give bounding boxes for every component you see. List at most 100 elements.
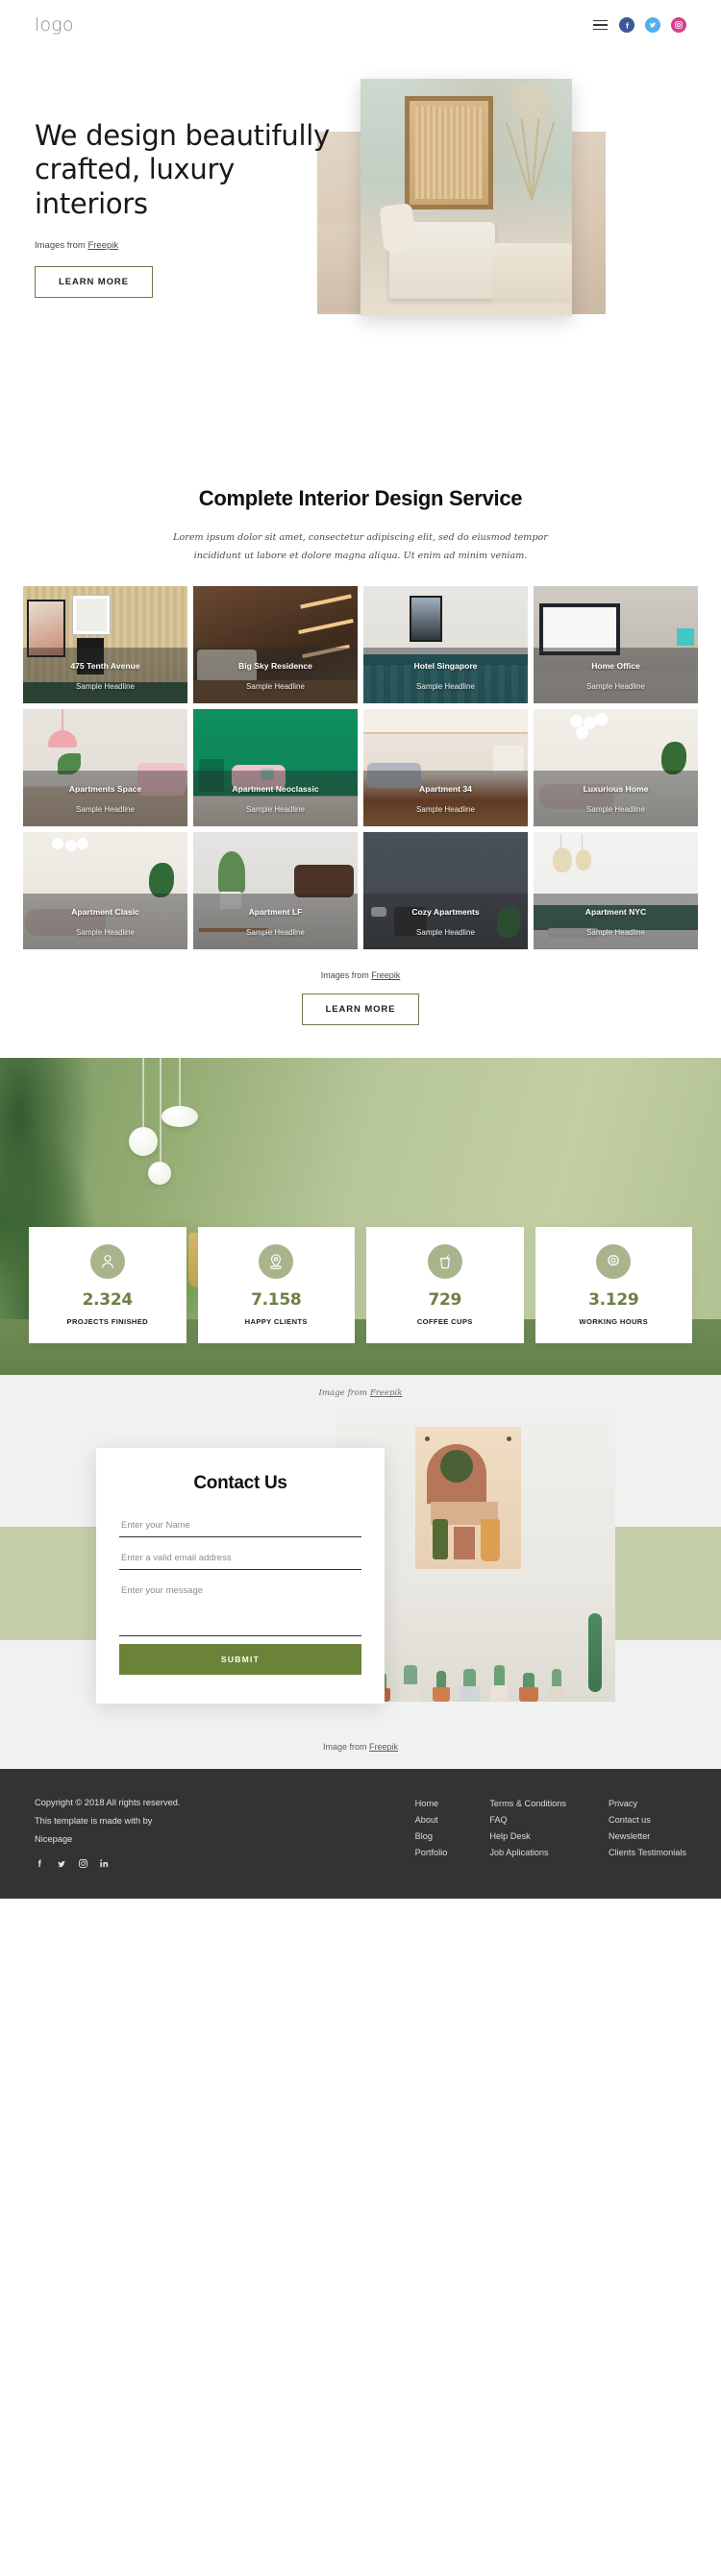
wall-art-frame bbox=[405, 96, 493, 209]
card-scrim bbox=[23, 770, 187, 827]
facebook-icon[interactable] bbox=[35, 1858, 45, 1869]
message-input[interactable] bbox=[119, 1581, 361, 1637]
page-root: logo We design beautifully crafted, luxu… bbox=[0, 0, 721, 1899]
stat-value: 7.158 bbox=[251, 1290, 302, 1311]
freepik-link[interactable]: Freepik bbox=[87, 240, 118, 251]
stat-value: 3.129 bbox=[588, 1290, 639, 1311]
card-subtitle: Sample Headline bbox=[76, 805, 135, 815]
footer-link[interactable]: Clients Testimonials bbox=[609, 1845, 686, 1861]
card-scrim bbox=[363, 647, 528, 704]
stat-label: HAPPY CLIENTS bbox=[244, 1317, 308, 1327]
submit-button[interactable]: SUBMIT bbox=[119, 1644, 361, 1676]
card-title: Apartment LF bbox=[248, 907, 303, 918]
hero-section: We design beautifully crafted, luxury in… bbox=[0, 50, 721, 454]
freepik-link[interactable]: Freepik bbox=[371, 970, 400, 980]
gallery-card[interactable]: Apartment Clasic Sample Headline bbox=[23, 832, 187, 950]
footer-link[interactable]: Help Desk bbox=[489, 1828, 566, 1845]
twitter-icon[interactable] bbox=[56, 1858, 67, 1870]
footer-link[interactable]: Terms & Conditions bbox=[489, 1796, 566, 1812]
gallery-card[interactable]: Apartment NYC Sample Headline bbox=[534, 832, 698, 950]
footer-column: Home About Blog Portfolio bbox=[415, 1796, 448, 1861]
gallery-card[interactable]: Apartment 34 Sample Headline bbox=[363, 709, 528, 827]
gallery-card[interactable]: Home Office Sample Headline bbox=[534, 586, 698, 704]
gallery-card[interactable]: Apartment LF Sample Headline bbox=[193, 832, 358, 950]
footer-social bbox=[35, 1858, 256, 1870]
card-title: Apartment NYC bbox=[584, 907, 647, 918]
nicepage-link[interactable]: Nicepage bbox=[35, 1834, 72, 1844]
card-subtitle: Sample Headline bbox=[586, 928, 645, 938]
footer-link[interactable]: Newsletter bbox=[609, 1828, 686, 1845]
gallery-card[interactable]: Hotel Singapore Sample Headline bbox=[363, 586, 528, 704]
stats-credit-prefix: Image from bbox=[318, 1388, 370, 1399]
pendant-lamp bbox=[148, 1162, 171, 1186]
card-scrim bbox=[534, 893, 698, 950]
card-title: Apartment 34 bbox=[419, 784, 472, 795]
stat-label: PROJECTS FINISHED bbox=[66, 1317, 148, 1327]
footer-link[interactable]: Portfolio bbox=[415, 1845, 448, 1861]
pampas-grass bbox=[501, 85, 560, 201]
user-icon bbox=[89, 1244, 125, 1280]
hero-image-main bbox=[360, 79, 572, 316]
stat-card: 7.158 HAPPY CLIENTS bbox=[197, 1227, 355, 1344]
card-scrim bbox=[193, 770, 358, 827]
wall-tapestry bbox=[415, 1427, 521, 1570]
linkedin-icon[interactable] bbox=[99, 1858, 110, 1869]
gallery-card[interactable]: Apartments Space Sample Headline bbox=[23, 709, 187, 827]
card-title: Apartment Neoclassic bbox=[232, 784, 319, 795]
email-input[interactable] bbox=[119, 1548, 361, 1571]
site-logo[interactable]: logo bbox=[35, 14, 74, 36]
twitter-icon[interactable] bbox=[645, 17, 660, 33]
card-title: Apartment Clasic bbox=[71, 907, 139, 918]
gallery-learn-more-button[interactable]: LEARN MORE bbox=[301, 994, 420, 1026]
service-subtitle: Lorem ipsum dolor sit amet, consectetur … bbox=[173, 532, 548, 562]
stat-value: 729 bbox=[428, 1290, 462, 1311]
card-scrim bbox=[193, 647, 358, 704]
footer-link[interactable]: FAQ bbox=[489, 1812, 566, 1828]
footer-link[interactable]: Home bbox=[415, 1796, 448, 1812]
card-subtitle: Sample Headline bbox=[76, 682, 135, 692]
freepik-link[interactable]: Freepik bbox=[370, 1388, 403, 1398]
stats-banner: 2.324 PROJECTS FINISHED 7.158 HAPPY CLIE… bbox=[0, 1058, 721, 1376]
card-title: Cozy Apartments bbox=[411, 907, 480, 918]
gallery-card[interactable]: 475 Tenth Avenue Sample Headline bbox=[23, 586, 187, 704]
card-subtitle: Sample Headline bbox=[586, 805, 645, 815]
sofa bbox=[491, 243, 572, 303]
site-header: logo bbox=[0, 0, 721, 50]
footer-link[interactable]: Contact us bbox=[609, 1812, 686, 1828]
instagram-icon[interactable] bbox=[671, 17, 686, 33]
name-input[interactable] bbox=[119, 1515, 361, 1538]
footer-link[interactable]: Blog bbox=[415, 1828, 448, 1845]
gallery-card[interactable]: Apartment Neoclassic Sample Headline bbox=[193, 709, 358, 827]
card-title: 475 Tenth Avenue bbox=[70, 661, 140, 672]
footer-link[interactable]: Privacy bbox=[609, 1796, 686, 1812]
card-title: Hotel Singapore bbox=[413, 661, 478, 672]
service-title: Complete Interior Design Service bbox=[198, 486, 523, 510]
header-actions bbox=[592, 17, 686, 34]
pendant-cord bbox=[179, 1058, 181, 1107]
hero-learn-more-button[interactable]: LEARN MORE bbox=[35, 266, 153, 299]
card-title: Home Office bbox=[591, 661, 640, 672]
card-title: Apartments Space bbox=[68, 784, 142, 795]
stat-card: 729 COFFEE CUPS bbox=[366, 1227, 524, 1344]
card-scrim bbox=[363, 770, 528, 827]
card-scrim bbox=[534, 647, 698, 704]
hero-image-credit: Images from Freepik bbox=[35, 240, 342, 251]
footer-link[interactable]: Job Aplications bbox=[489, 1845, 566, 1861]
card-subtitle: Sample Headline bbox=[246, 805, 305, 815]
gallery-card[interactable]: Luxurious Home Sample Headline bbox=[534, 709, 698, 827]
freepik-link[interactable]: Freepik bbox=[369, 1742, 398, 1752]
contact-title: Contact Us bbox=[193, 1473, 287, 1494]
facebook-icon[interactable] bbox=[619, 17, 634, 33]
instagram-icon[interactable] bbox=[78, 1858, 88, 1869]
hero-title: We design beautifully crafted, luxury in… bbox=[35, 119, 330, 220]
footer-link-columns: Home About Blog Portfolio Terms & Condit… bbox=[415, 1794, 686, 1861]
card-scrim bbox=[363, 893, 528, 950]
gallery-card[interactable]: Cozy Apartments Sample Headline bbox=[363, 832, 528, 950]
card-subtitle: Sample Headline bbox=[246, 928, 305, 938]
card-scrim bbox=[23, 893, 187, 950]
hamburger-icon[interactable] bbox=[592, 17, 609, 34]
gallery-image-credit: Images from Freepik bbox=[0, 970, 721, 980]
card-subtitle: Sample Headline bbox=[586, 682, 645, 692]
gallery-card[interactable]: Big Sky Residence Sample Headline bbox=[193, 586, 358, 704]
footer-link[interactable]: About bbox=[415, 1812, 448, 1828]
